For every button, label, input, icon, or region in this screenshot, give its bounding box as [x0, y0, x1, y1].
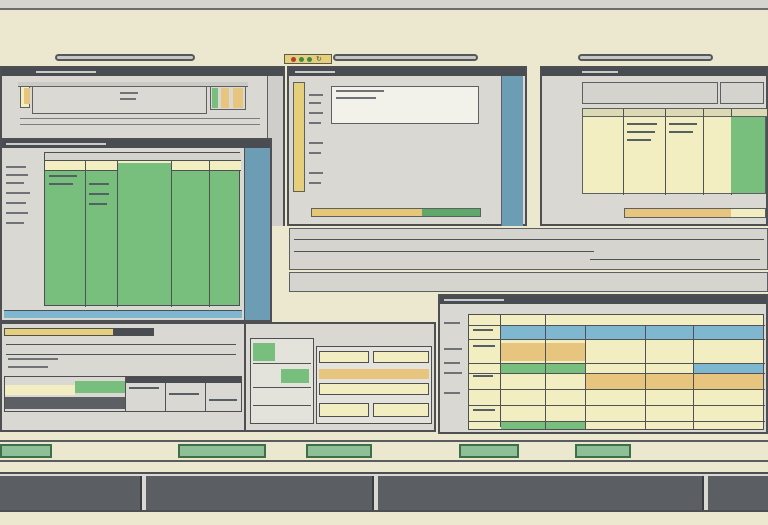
progress-bar — [311, 208, 481, 217]
taskbar-button-4[interactable] — [459, 444, 519, 458]
field-input[interactable] — [373, 403, 429, 417]
dock-segment[interactable] — [0, 476, 142, 510]
side-scrollbar[interactable] — [501, 76, 523, 226]
taskbar-rule — [0, 460, 768, 462]
dock-segment[interactable] — [708, 476, 768, 510]
field-input[interactable] — [373, 351, 429, 363]
field-input[interactable] — [319, 351, 369, 363]
form-panel — [316, 346, 432, 424]
header-row — [4, 328, 114, 336]
vertical-scrollbar[interactable] — [244, 148, 270, 320]
window-controls: ↻ — [284, 54, 332, 64]
status-strip — [4, 310, 242, 318]
data-table — [4, 376, 242, 412]
cell-block — [24, 88, 30, 104]
taskbar-button-5[interactable] — [575, 444, 631, 458]
header-row-dark — [114, 328, 154, 336]
window-mid-left-spreadsheet — [0, 138, 272, 322]
data-grid — [582, 108, 767, 195]
field-input[interactable] — [319, 403, 369, 417]
window-bottom-left — [0, 322, 246, 432]
dock-segment[interactable] — [146, 476, 374, 510]
taskbar-button-3[interactable] — [306, 444, 372, 458]
row-labels — [4, 152, 44, 312]
mini-grid — [210, 86, 246, 110]
timeline-band-lower — [289, 272, 768, 292]
sidebar-list — [293, 82, 305, 192]
field-bar — [319, 369, 429, 379]
title-bar[interactable] — [542, 68, 766, 76]
taskbar-line — [0, 440, 768, 442]
window-handle-left[interactable] — [55, 54, 195, 61]
list-panel — [32, 86, 207, 114]
window-bottom-right-spreadsheet — [438, 294, 768, 434]
refresh-icon[interactable]: ↻ — [316, 55, 324, 63]
field-input[interactable] — [319, 383, 429, 395]
dock-bar — [0, 472, 768, 512]
window-handle-middle[interactable] — [333, 54, 478, 61]
window-handle-right[interactable] — [578, 54, 713, 61]
minimize-dot-icon[interactable] — [299, 57, 304, 62]
window-top-right — [540, 66, 768, 226]
spreadsheet-grid — [468, 314, 765, 430]
timeline-band — [289, 228, 768, 270]
taskbar-button-1[interactable] — [0, 444, 52, 458]
header-panel — [582, 82, 718, 104]
top-frame — [0, 0, 768, 10]
status-bar — [624, 208, 766, 218]
row-labels — [442, 308, 468, 432]
mini-chart — [250, 338, 314, 424]
taskbar-button-2[interactable] — [178, 444, 266, 458]
window-top-middle — [287, 66, 527, 226]
close-dot-icon[interactable] — [291, 57, 296, 62]
text-input[interactable] — [331, 86, 479, 124]
maximize-dot-icon[interactable] — [307, 57, 312, 62]
window-bottom-middle — [244, 322, 436, 432]
side-panel — [720, 82, 764, 104]
dock-segment[interactable] — [378, 476, 704, 510]
spreadsheet-grid — [44, 152, 241, 307]
